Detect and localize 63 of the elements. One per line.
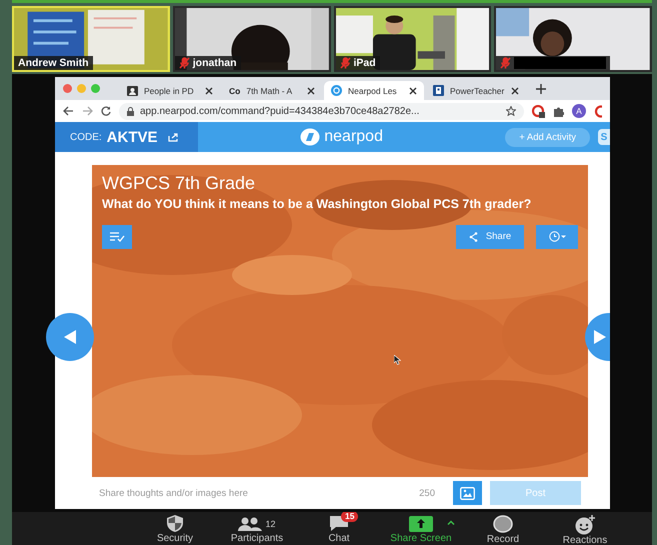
close-icon[interactable] (205, 86, 213, 94)
checklist-icon (110, 232, 124, 242)
caret-icon[interactable] (447, 520, 455, 525)
slide-title: WGPCS 7th Grade (102, 173, 256, 194)
shield-icon (167, 515, 183, 532)
share-out-icon[interactable] (168, 132, 179, 142)
browser-tab[interactable]: Co 7th Math - A (222, 81, 322, 100)
profile-avatar[interactable]: A (572, 104, 586, 118)
star-icon[interactable] (506, 106, 516, 116)
video-tile[interactable]: jonathan (172, 6, 330, 72)
right-arrow-icon (594, 330, 606, 344)
browser-tab[interactable]: PowerTeacher (426, 81, 526, 100)
participant-name: jonathan (192, 57, 236, 69)
character-count: 250 (419, 488, 435, 498)
smiley-plus-icon (574, 514, 596, 534)
reactions-button[interactable]: Reactions (544, 512, 626, 545)
add-image-button[interactable] (453, 481, 482, 505)
share-screen-button[interactable]: Share Screen (380, 512, 462, 545)
contact-card-icon (127, 86, 138, 96)
chat-button[interactable]: 15 Chat (298, 512, 380, 545)
security-button[interactable]: Security (134, 512, 216, 545)
previous-slide-button[interactable] (46, 313, 94, 361)
site-favicon: Co (229, 86, 240, 96)
checklist-button[interactable] (102, 224, 132, 249)
cursor-icon (394, 355, 401, 365)
logo-icon (300, 128, 320, 146)
slide-question: What do YOU think it means to be a Washington Global PCS 7th grader? (102, 197, 532, 213)
class-code: AKTVE (106, 128, 158, 146)
video-tile[interactable]: iPad (334, 6, 492, 72)
square-logo-icon (433, 85, 444, 96)
record-button[interactable]: Record (462, 512, 544, 545)
browser-tab[interactable]: Nearpod Les (324, 81, 424, 100)
timer-dropdown[interactable] (536, 224, 578, 249)
response-field[interactable]: Share thoughts and/or images here (99, 488, 412, 498)
lock-icon (127, 106, 134, 116)
share-icon (468, 232, 478, 242)
record-icon (493, 515, 513, 533)
new-tab-icon[interactable] (536, 84, 546, 94)
puzzle-icon[interactable] (553, 106, 564, 116)
extension-icon[interactable] (532, 104, 545, 118)
image-icon (460, 486, 475, 500)
clock-icon (548, 231, 566, 242)
left-arrow-icon (64, 330, 76, 344)
browser-tab[interactable]: People in PD (120, 81, 220, 100)
address-bar[interactable]: app.nearpod.com/command?puid=434384e3b70ce48a2782e... (119, 102, 524, 120)
unread-badge: 15 (341, 512, 358, 522)
participant-name: iPad (354, 57, 376, 69)
circle-logo-icon (331, 85, 342, 96)
people-icon (238, 516, 262, 530)
participants-button[interactable]: 12 Participants (216, 512, 298, 545)
close-window-icon[interactable] (63, 84, 72, 93)
close-icon[interactable] (409, 86, 417, 94)
close-icon[interactable] (511, 86, 519, 94)
video-tile[interactable]: Andrew Smith (12, 6, 170, 72)
extension-icon[interactable] (594, 104, 602, 118)
code-label: CODE: (70, 132, 102, 142)
nearpod-logo: nearpod (324, 128, 383, 146)
reload-icon[interactable] (101, 106, 111, 116)
back-icon[interactable] (63, 106, 74, 116)
participant-name: Andrew Smith (18, 57, 89, 69)
close-icon[interactable] (307, 86, 315, 94)
share-screen-icon (409, 516, 433, 532)
participant-count: 12 (265, 518, 276, 528)
